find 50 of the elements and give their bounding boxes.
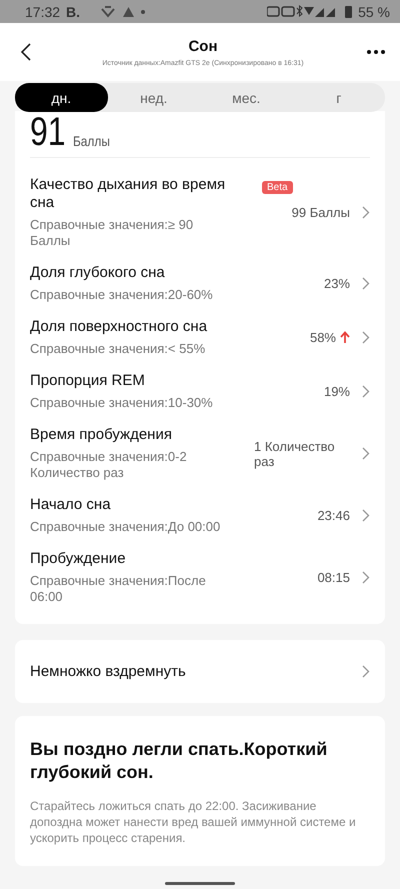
metric-value: 08:15 xyxy=(317,570,350,585)
metric-title: Пропорция REM xyxy=(30,372,146,390)
chevron-icon[interactable] xyxy=(362,331,370,344)
metric-title: Начало сна xyxy=(30,496,112,514)
metric-value: 23% xyxy=(324,276,350,291)
chevron-icon[interactable] xyxy=(362,206,370,219)
back-icon[interactable] xyxy=(20,43,32,61)
chevron-icon[interactable] xyxy=(362,509,370,522)
metric-value: 99 Баллы xyxy=(292,205,350,220)
notification-icon xyxy=(100,6,116,18)
metric-reference: Справочные значения:10-30% xyxy=(30,395,214,411)
beta-badge: Beta xyxy=(262,181,293,194)
page-title: Сон xyxy=(187,38,219,54)
triangle-icon xyxy=(122,6,136,18)
nap-card[interactable]: Немножко вздремнуть xyxy=(15,640,385,703)
nap-label: Немножко вздремнуть xyxy=(30,663,186,680)
metric-reference: Справочные значения:До 00:00 xyxy=(30,519,222,535)
metric-value: 19% xyxy=(324,384,350,399)
metric-title: Доля глубокого сна xyxy=(30,264,166,282)
period-tab[interactable]: дн. xyxy=(15,83,108,112)
metric-reference: Справочные значения:После 06:00 xyxy=(30,573,207,605)
metric-value: 1 Количество раз xyxy=(254,438,336,468)
period-tab[interactable]: г xyxy=(292,83,385,112)
chevron-icon[interactable] xyxy=(362,571,370,584)
metric-reference: Справочные значения:≥ 90 Баллы xyxy=(30,217,194,249)
chevron-icon[interactable] xyxy=(362,277,370,290)
chevron-icon[interactable] xyxy=(362,447,370,460)
metric-reference: Справочные значения:0-2 Количество раз xyxy=(30,449,188,481)
score-value: 91 xyxy=(30,111,66,153)
more-icon[interactable] xyxy=(366,49,386,55)
metric-title: Качество дыхания во время сна xyxy=(30,176,226,212)
metric-value: 23:46 xyxy=(317,508,350,523)
dot-icon xyxy=(141,10,146,14)
metric-value: 58% xyxy=(310,330,336,345)
chevron-icon[interactable] xyxy=(362,665,370,678)
advice-title: Вы поздно легли спать.Короткий глубокий сон. xyxy=(30,738,328,784)
battery-icon xyxy=(345,5,352,18)
metric-reference: Справочные значения:20-60% xyxy=(30,287,214,303)
status-time: 17:32 xyxy=(25,4,60,20)
status-carrier: В. xyxy=(66,4,80,20)
metric-reference: Справочные значения:< 55% xyxy=(30,341,206,357)
metric-title: Пробуждение xyxy=(30,550,127,568)
metric-title: Доля поверхностного сна xyxy=(30,318,208,336)
advice-text: Старайтесь ложиться спать до 22:00. Засиживание допоздна может нанести вред вашей иммунной системе и ускорить процесс старения. xyxy=(30,798,357,846)
chevron-icon[interactable] xyxy=(362,385,370,398)
score-unit: Баллы xyxy=(72,133,110,151)
period-tab[interactable]: мес. xyxy=(200,83,292,112)
period-tab[interactable]: нед. xyxy=(108,83,200,112)
battery-level: 55 % xyxy=(358,4,390,20)
metric-title: Время пробуждения xyxy=(30,426,173,444)
